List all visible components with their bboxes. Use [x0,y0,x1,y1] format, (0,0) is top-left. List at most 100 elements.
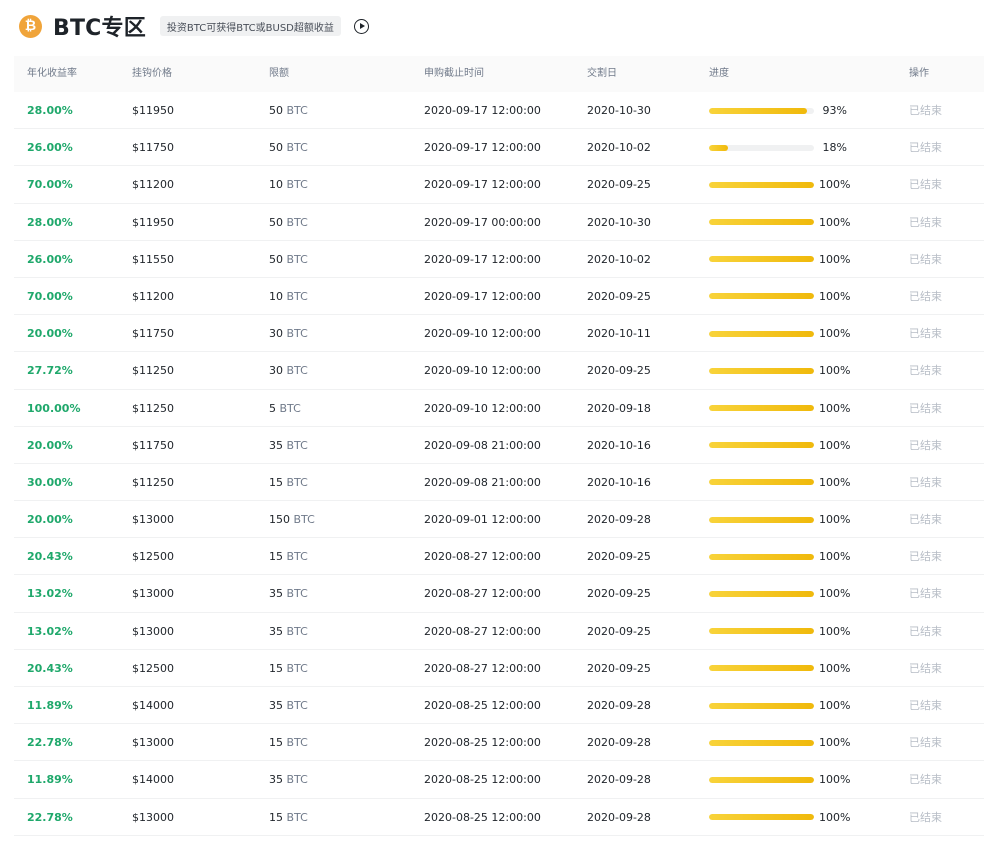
status-ended: 已结束 [909,104,942,117]
limit-unit: BTC [286,178,308,192]
status-ended: 已结束 [909,327,942,341]
progress-bar [709,293,814,300]
table-row: 13.02% $13000 35 BTC 2020-08-27 12:00:00 202… [14,613,984,650]
subscription-deadline: 2020-09-17 12:00:00 [424,252,541,266]
progress-bar-fill [709,367,814,374]
limit: 30 BTC [269,315,308,352]
zone-header: ₿ BTC专区 投资BTC可获得BTC或BUSD超额收益 [19,11,369,41]
limit-amount: 15 [269,550,283,564]
progress-bar [709,628,814,635]
progress-bar-fill [709,181,814,188]
progress-bar [709,553,814,560]
limit: 15 BTC [269,650,308,687]
linked-price: $11250 [132,364,174,378]
limit-amount: 10 [269,178,283,192]
subscription-deadline: 2020-09-08 21:00:00 [424,475,541,489]
progress-bar-fill [709,665,814,672]
progress-bar [709,814,814,821]
progress-percent: 100% [819,327,851,341]
progress-bar [709,181,814,188]
linked-price: $11750 [132,327,174,341]
status-ended: 已结束 [909,438,942,452]
limit-unit: BTC [286,141,308,155]
delivery-date: 2020-09-25 [587,289,651,303]
column-header-action: 操作 [909,68,929,79]
progress-bar [709,367,814,374]
limit: 15 BTC [269,724,308,761]
delivery-date: 2020-09-18 [587,401,651,415]
annual-rate: 26.00% [27,141,73,155]
limit-amount: 50 [269,104,283,117]
limit-unit: BTC [286,810,308,824]
progress: 100% [709,799,851,836]
progress-bar [709,739,814,746]
progress: 100% [709,501,850,538]
progress-percent: 100% [819,699,851,712]
subscription-deadline: 2020-08-27 12:00:00 [424,550,541,564]
limit: 15 BTC [269,538,308,575]
delivery-date: 2020-09-28 [587,699,651,712]
progress: 100% [709,166,850,203]
progress-percent: 100% [819,438,851,452]
progress-bar-fill [709,702,814,709]
limit-unit: BTC [286,661,308,675]
progress-bar [709,330,814,337]
status-ended: 已结束 [909,141,942,155]
progress-bar-fill [709,405,814,411]
limit: 10 BTC [269,166,308,203]
limit: 35 BTC [269,575,308,612]
progress-percent: 100% [819,773,851,787]
table-row: 20.43% $12500 15 BTC 2020-08-27 12:00:00 202… [14,650,984,687]
limit-unit: BTC [286,550,308,564]
progress-bar-fill [709,814,814,821]
subscription-deadline: 2020-09-08 21:00:00 [424,438,541,452]
subscription-deadline: 2020-09-10 12:00:00 [424,327,541,341]
progress-bar [709,665,814,672]
limit-unit: BTC [286,327,308,341]
annual-rate: 70.00% [27,289,73,303]
annual-rate: 20.00% [27,513,73,527]
table-row: 13.02% $13000 35 BTC 2020-08-27 12:00:00 202… [14,575,984,613]
progress-bar-fill [709,628,814,635]
limit-amount: 15 [269,661,283,675]
delivery-date: 2020-09-28 [587,513,651,527]
status-ended: 已结束 [909,401,942,415]
annual-rate: 22.78% [27,810,73,824]
progress-percent: 100% [819,252,851,266]
progress-bar [709,479,814,486]
play-circle-icon[interactable] [353,18,369,34]
progress-bar [709,776,814,783]
annual-rate: 20.43% [27,661,73,675]
progress-bar [709,516,814,523]
progress-bar [709,107,814,114]
subscription-deadline: 2020-09-17 12:00:00 [424,141,541,155]
annual-rate: 13.02% [27,587,73,601]
limit-unit: BTC [286,104,308,117]
limit-amount: 30 [269,327,283,341]
linked-price: $11200 [132,178,174,192]
linked-price: $11750 [132,141,174,155]
column-header-limit: 限额 [269,68,289,79]
progress-percent: 100% [819,550,851,564]
progress: 100% [709,315,851,352]
status-ended: 已结束 [909,178,942,192]
subscription-deadline: 2020-09-01 12:00:00 [424,513,541,527]
linked-price: $11250 [132,475,174,489]
table-row: 11.89% $14000 35 BTC 2020-08-25 12:00:00 202… [14,761,984,799]
status-ended: 已结束 [909,215,942,229]
progress-bar [709,442,814,449]
progress: 100% [709,204,850,241]
status-ended: 已结束 [909,550,942,564]
limit-unit: BTC [286,587,308,601]
limit: 50 BTC [269,204,308,241]
limit-amount: 15 [269,810,283,824]
limit-amount: 30 [269,364,283,378]
progress-percent: 100% [819,624,851,638]
column-header-rate: 年化收益率 [27,68,77,79]
progress-percent: 100% [819,810,851,824]
table-row: 70.00% $11200 10 BTC 2020-09-17 12:00:00 202… [14,278,984,316]
status-ended: 已结束 [909,661,942,675]
status-ended: 已结束 [909,364,942,378]
progress-bar-fill [709,256,814,263]
subscription-deadline: 2020-09-17 12:00:00 [424,178,541,192]
